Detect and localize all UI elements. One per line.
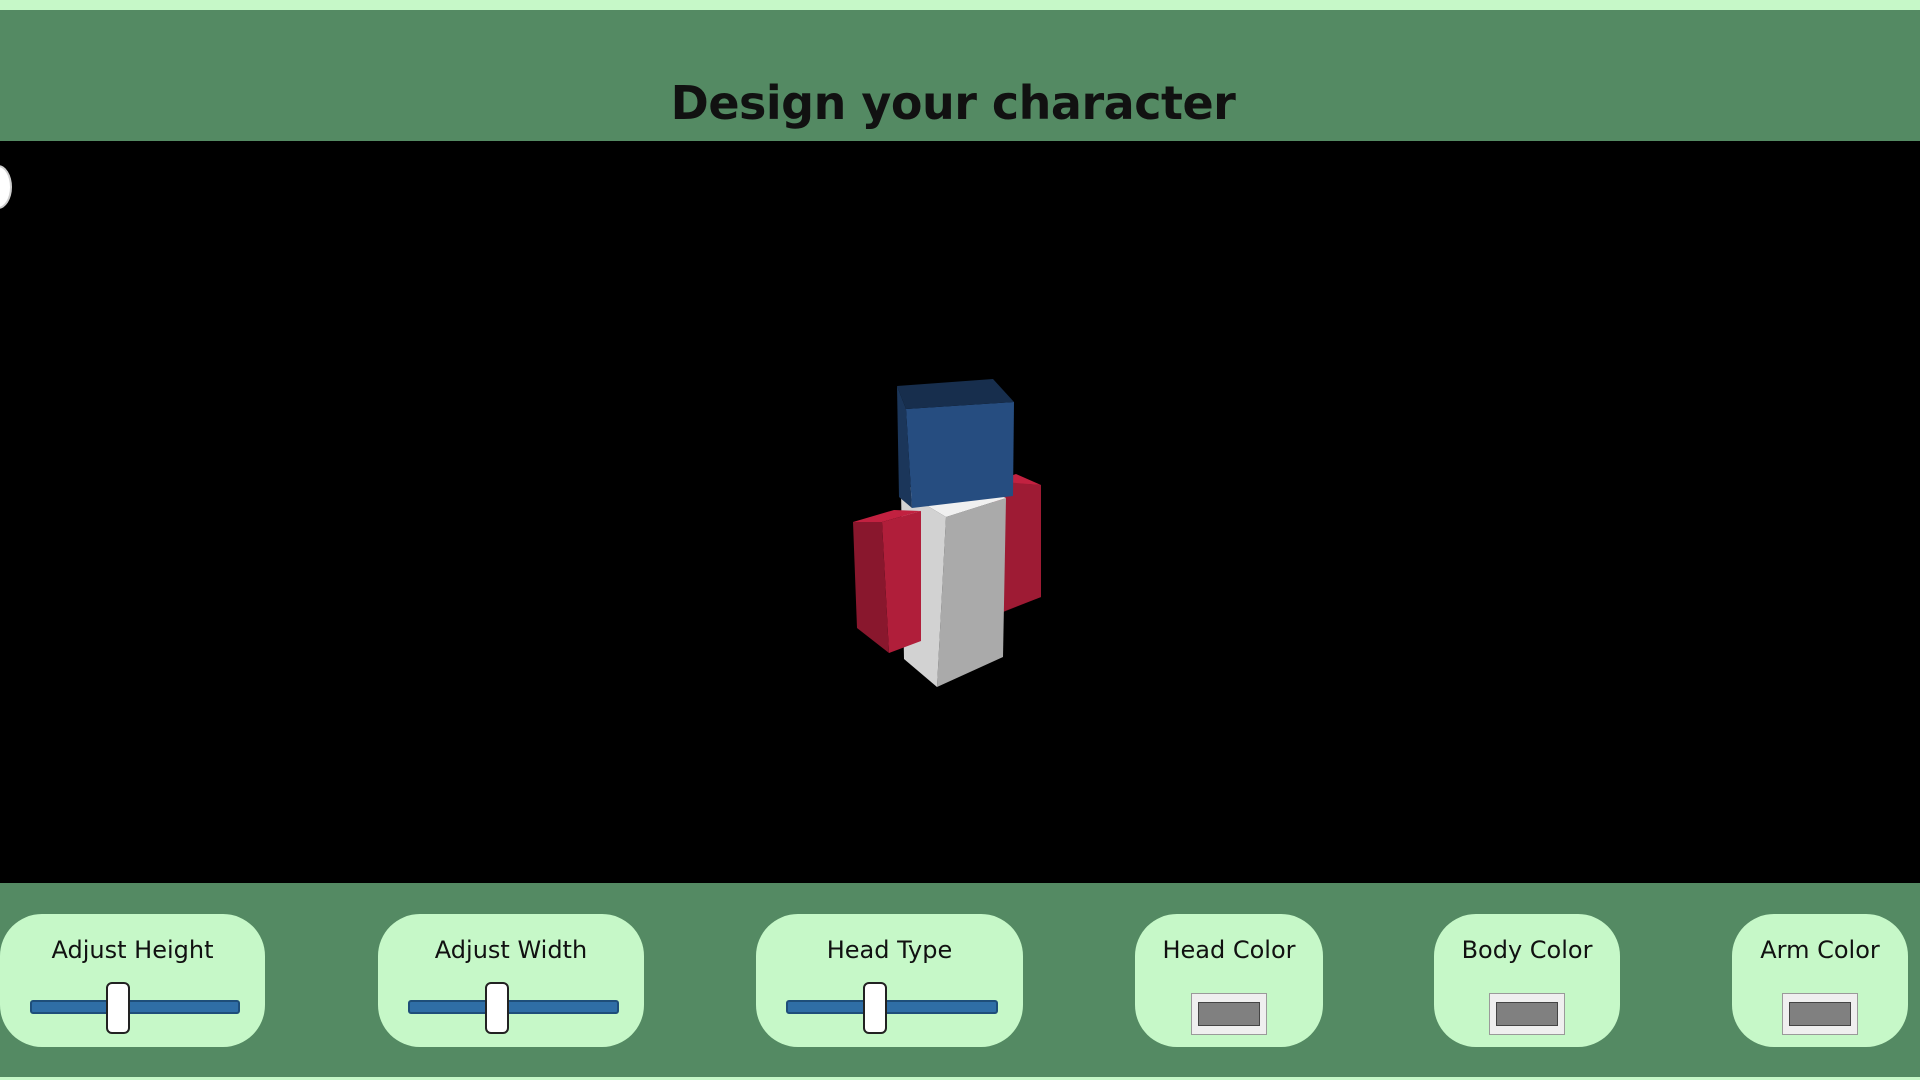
adjust-height-panel: Adjust Height: [0, 914, 265, 1047]
slider-thumb[interactable]: [863, 982, 888, 1034]
adjust-width-panel: Adjust Width: [378, 914, 644, 1047]
slider-thumb[interactable]: [484, 982, 509, 1034]
height-slider[interactable]: [30, 982, 240, 1034]
top-strip: [0, 0, 1920, 10]
arm-color-picker[interactable]: [1782, 993, 1858, 1035]
head-color-picker[interactable]: [1191, 993, 1267, 1035]
slider-thumb[interactable]: [106, 982, 131, 1034]
color-swatch: [1198, 1002, 1260, 1026]
arm-color-panel: Arm Color: [1732, 914, 1908, 1047]
body-color-label: Body Color: [1461, 936, 1593, 964]
body-color-picker[interactable]: [1489, 993, 1565, 1035]
head-color-panel: Head Color: [1135, 914, 1323, 1047]
body-color-panel: Body Color: [1434, 914, 1620, 1047]
character-model[interactable]: [0, 141, 1920, 883]
adjust-width-label: Adjust Width: [434, 936, 588, 964]
color-swatch: [1496, 1002, 1558, 1026]
page-title: Design your character: [670, 76, 1236, 130]
controls-bar: Adjust Height Adjust Width Head Type Hea…: [0, 883, 1920, 1080]
slider-track[interactable]: [30, 1000, 240, 1014]
adjust-height-label: Adjust Height: [51, 936, 214, 964]
left-arm: [853, 510, 921, 653]
head-type-panel: Head Type: [756, 914, 1023, 1047]
head-type-slider[interactable]: [786, 982, 998, 1034]
head-color-label: Head Color: [1162, 936, 1296, 964]
width-slider[interactable]: [408, 982, 619, 1034]
head-type-label: Head Type: [826, 936, 953, 964]
slider-track[interactable]: [786, 1000, 998, 1014]
color-swatch: [1789, 1002, 1851, 1026]
slider-track[interactable]: [408, 1000, 619, 1014]
arm-color-label: Arm Color: [1760, 936, 1880, 964]
head: [897, 379, 1014, 508]
character-viewport[interactable]: [0, 141, 1920, 883]
